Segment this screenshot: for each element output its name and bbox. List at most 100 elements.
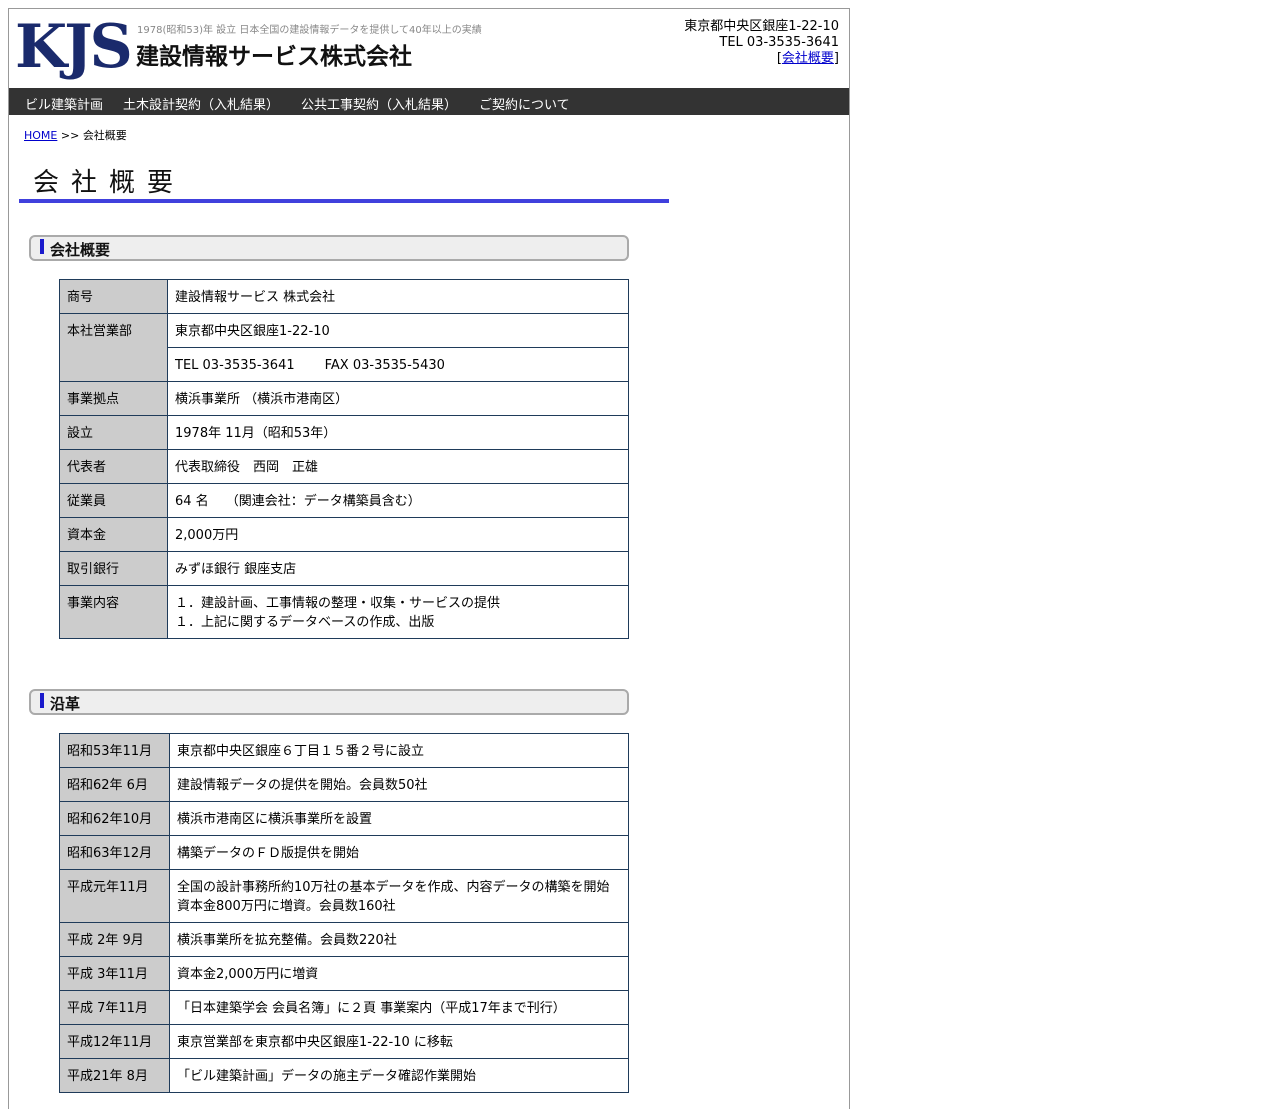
history-row: 昭和63年12月 構築データのＦＤ版提供を開始 <box>59 835 629 870</box>
row-label: 事業内容 <box>59 585 168 639</box>
history-event: 構築データのＦＤ版提供を開始 <box>169 835 629 870</box>
row-value: １．建設計画、工事情報の整理・収集・サービスの提供 １．上記に関するデータベース… <box>167 585 629 639</box>
row-value: 横浜事業所 （横浜市港南区） <box>167 381 629 416</box>
history-event: 全国の設計事務所約10万社の基本データを作成、内容データの構築を開始 資本金800… <box>169 869 629 923</box>
history-event: 「ビル建築計画」データの施主データ確認作業開始 <box>169 1058 629 1093</box>
history-date: 平成21年 8月 <box>59 1058 170 1093</box>
history-event-line: 横浜市港南区に横浜事業所を設置 <box>177 812 373 827</box>
section-title: 沿革 <box>50 695 81 713</box>
hq-fax: FAX 03-3535-5430 <box>324 358 445 373</box>
company-name: 建設情報サービス株式会社 <box>136 44 412 70</box>
row-label: 代表者 <box>59 449 168 484</box>
table-row: 設立 1978年 11月（昭和53年） <box>59 415 629 450</box>
history-event-line: 構築データのＦＤ版提供を開始 <box>177 846 360 861</box>
history-event: 東京営業部を東京都中央区銀座1-22-10 に移転 <box>169 1024 629 1059</box>
history-event-line: 東京都中央区銀座６丁目１５番２号に設立 <box>177 744 425 759</box>
main-nav: ビル建築計画 土木設計契約（入札結果） 公共工事契約（入札結果） ご契約について <box>9 88 849 115</box>
title-underline <box>19 199 669 203</box>
row-label: 本社営業部 <box>59 313 168 382</box>
history-date: 平成 7年11月 <box>59 990 170 1025</box>
table-row: 本社営業部 東京都中央区銀座1-22-10 <box>59 313 629 382</box>
history-date: 昭和62年 6月 <box>59 767 170 802</box>
history-row: 昭和62年10月 横浜市港南区に横浜事業所を設置 <box>59 801 629 836</box>
business-item: １．上記に関するデータベースの作成、出版 <box>175 615 435 630</box>
history-row: 昭和53年11月 東京都中央区銀座６丁目１５番２号に設立 <box>59 733 629 768</box>
history-event-line: 「日本建築学会 会員名簿」に２頁 事業案内（平成17年まで刊行） <box>177 1001 566 1016</box>
breadcrumb-separator: >> <box>57 129 83 142</box>
header-address: 東京都中央区銀座1-22-10 <box>684 19 839 34</box>
nav-public-works-contracts[interactable]: 公共工事契約（入札結果） <box>301 94 457 113</box>
hq-tel: TEL 03-3535-3641 <box>175 358 295 373</box>
header-about: [会社概要] <box>776 51 839 66</box>
table-row: 商号 建設情報サービス 株式会社 <box>59 279 629 314</box>
history-date: 平成12年11月 <box>59 1024 170 1059</box>
row-value: 64 名 （関連会社：データ構築員含む） <box>167 483 629 518</box>
breadcrumb-current: 会社概要 <box>82 129 127 142</box>
history-event-line: 全国の設計事務所約10万社の基本データを作成、内容データの構築を開始 <box>177 880 610 895</box>
history-event: 建設情報データの提供を開始。会員数50社 <box>169 767 629 802</box>
table-row: 取引銀行 みずほ銀行 銀座支店 <box>59 551 629 586</box>
row-label: 従業員 <box>59 483 168 518</box>
history-row: 平成 2年 9月 横浜事業所を拡充整備。会員数220社 <box>59 922 629 957</box>
history-date: 昭和53年11月 <box>59 733 170 768</box>
history-row: 昭和62年 6月 建設情報データの提供を開始。会員数50社 <box>59 767 629 802</box>
page-frame: KJS 1978(昭和53)年 設立 日本全国の建設情報データを提供して40年以… <box>8 8 850 1109</box>
row-label: 設立 <box>59 415 168 450</box>
header-tel: TEL 03-3535-3641 <box>719 35 839 50</box>
section-marker <box>40 239 44 254</box>
section-title: 会社概要 <box>50 241 111 259</box>
row-value: 東京都中央区銀座1-22-10 <box>167 313 629 348</box>
nav-building-plans[interactable]: ビル建築計画 <box>25 94 103 113</box>
history-event-line: 建設情報データの提供を開始。会員数50社 <box>177 778 428 793</box>
section-marker <box>40 693 44 708</box>
history-event: 資本金2,000万円に増資 <box>169 956 629 991</box>
row-label: 商号 <box>59 279 168 314</box>
table-row: 事業内容 １．建設計画、工事情報の整理・収集・サービスの提供 １．上記に関するデ… <box>59 585 629 639</box>
row-label: 資本金 <box>59 517 168 552</box>
history-row: 平成21年 8月 「ビル建築計画」データの施主データ確認作業開始 <box>59 1058 629 1093</box>
history-date: 昭和62年10月 <box>59 801 170 836</box>
history-row: 平成12年11月 東京営業部を東京都中央区銀座1-22-10 に移転 <box>59 1024 629 1059</box>
history-date: 平成 2年 9月 <box>59 922 170 957</box>
row-label: 取引銀行 <box>59 551 168 586</box>
history-table: 昭和53年11月 東京都中央区銀座６丁目１５番２号に設立 昭和62年 6月 建設情報デ… <box>59 733 629 1093</box>
about-link[interactable]: 会社概要 <box>782 51 834 66</box>
history-row: 平成 3年11月 資本金2,000万円に増資 <box>59 956 629 991</box>
history-event-line: 資本金800万円に増資。会員数160社 <box>177 899 396 914</box>
history-event-line: 東京営業部を東京都中央区銀座1-22-10 に移転 <box>177 1035 453 1050</box>
history-event-line: 横浜事業所を拡充整備。会員数220社 <box>177 933 397 948</box>
section-header-history: 沿革 <box>29 689 629 715</box>
row-label: 事業拠点 <box>59 381 168 416</box>
row-value: 代表取締役 西岡 正雄 <box>167 449 629 484</box>
history-date: 平成 3年11月 <box>59 956 170 991</box>
history-event: 「日本建築学会 会員名簿」に２頁 事業案内（平成17年まで刊行） <box>169 990 629 1025</box>
nav-contract-info[interactable]: ご契約について <box>479 94 570 113</box>
history-event: 東京都中央区銀座６丁目１５番２号に設立 <box>169 733 629 768</box>
table-row: 代表者 代表取締役 西岡 正雄 <box>59 449 629 484</box>
table-row: 事業拠点 横浜事業所 （横浜市港南区） <box>59 381 629 416</box>
row-value: みずほ銀行 銀座支店 <box>167 551 629 586</box>
row-value: 1978年 11月（昭和53年） <box>167 415 629 450</box>
history-event-line: 「ビル建築計画」データの施主データ確認作業開始 <box>177 1069 477 1084</box>
history-date: 平成元年11月 <box>59 869 170 923</box>
tagline: 1978(昭和53)年 設立 日本全国の建設情報データを提供して40年以上の実績 <box>137 25 482 36</box>
kjs-logo[interactable]: KJS <box>15 17 133 77</box>
history-row: 平成 7年11月 「日本建築学会 会員名簿」に２頁 事業案内（平成17年まで刊行） <box>59 990 629 1025</box>
section-header-overview: 会社概要 <box>29 235 629 261</box>
breadcrumb: HOME >> 会社概要 <box>24 127 127 143</box>
business-item: １．建設計画、工事情報の整理・収集・サービスの提供 <box>175 596 501 611</box>
nav-civil-design-contracts[interactable]: 土木設計契約（入札結果） <box>123 94 279 113</box>
row-value: 2,000万円 <box>167 517 629 552</box>
history-date: 昭和63年12月 <box>59 835 170 870</box>
header-contact: 東京都中央区銀座1-22-10 TEL 03-3535-3641 [会社概要] <box>684 19 839 67</box>
overview-table: 商号 建設情報サービス 株式会社 本社営業部 東京都中央区銀座1-22-10 T… <box>59 279 629 639</box>
row-value: TEL 03-3535-3641 FAX 03-3535-5430 <box>167 347 629 382</box>
table-row: 資本金 2,000万円 <box>59 517 629 552</box>
history-rows: 昭和53年11月 東京都中央区銀座６丁目１５番２号に設立 昭和62年 6月 建設情報デ… <box>59 733 629 1093</box>
breadcrumb-home[interactable]: HOME <box>24 129 57 142</box>
row-value: 建設情報サービス 株式会社 <box>167 279 629 314</box>
history-row: 平成元年11月 全国の設計事務所約10万社の基本データを作成、内容データの構築を開… <box>59 869 629 923</box>
history-event: 横浜事業所を拡充整備。会員数220社 <box>169 922 629 957</box>
history-event-line: 資本金2,000万円に増資 <box>177 967 319 982</box>
page-title: 会社概要 <box>33 168 186 198</box>
